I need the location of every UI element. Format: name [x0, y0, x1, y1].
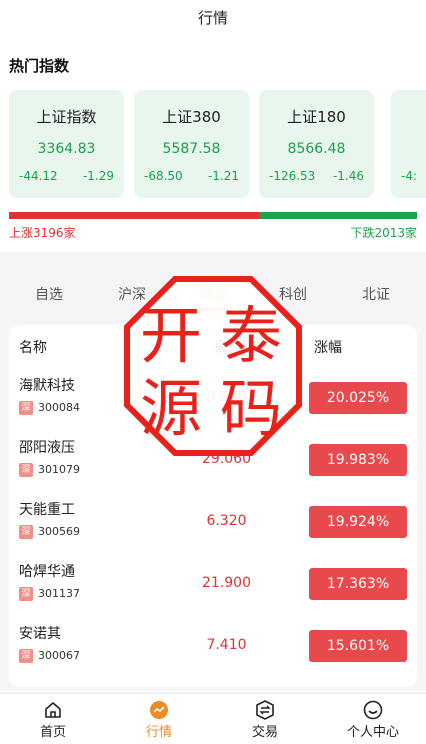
- stock-price: 6.320: [206, 513, 247, 529]
- nav-trade[interactable]: 交易: [212, 694, 318, 744]
- index-change: -4:: [401, 169, 418, 183]
- table-header: 名称 最新价 涨幅: [9, 325, 417, 367]
- table-row[interactable]: 哈焊华通 深 301137 21.900 17.363%: [9, 553, 417, 615]
- nav-home[interactable]: 首页: [0, 694, 106, 744]
- stock-code: 301079: [38, 463, 80, 476]
- header-percent[interactable]: 涨幅: [314, 337, 342, 357]
- stock-percent: 15.601%: [309, 630, 407, 662]
- stock-name: 哈焊华通: [19, 564, 75, 580]
- stock-name: 海默科技: [19, 378, 75, 394]
- nav-market[interactable]: 行情: [106, 694, 212, 744]
- index-name: 上证180: [287, 108, 346, 126]
- advance-count: 上涨3196家: [9, 226, 76, 240]
- bottom-nav: 首页 行情 交易 个人中心: [0, 693, 426, 744]
- index-value: 8566.48: [287, 141, 346, 157]
- nav-profile[interactable]: 个人中心: [320, 694, 426, 744]
- stock-name: 邵阳液压: [19, 440, 75, 456]
- stock-code: 300569: [38, 525, 80, 538]
- exchange-badge: 深: [19, 401, 33, 415]
- stock-price: 7.410: [206, 637, 247, 653]
- advance-bar: [9, 212, 259, 219]
- index-card-sse-180[interactable]: 上证180 8566.48 -126.53 -1.46: [259, 90, 374, 198]
- exchange-badge: 深: [19, 525, 33, 539]
- hot-index-title: 热门指数: [9, 57, 70, 75]
- index-value: 5587.58: [162, 141, 221, 157]
- tab-shanghai-shenzhen[interactable]: 沪深: [92, 284, 172, 304]
- stock-code: 301137: [38, 587, 80, 600]
- index-card-sse-380[interactable]: 上证380 5587.58 -68.50 -1.21: [134, 90, 249, 198]
- exchange-icon: [256, 700, 274, 720]
- nav-label: 首页: [39, 725, 66, 740]
- stock-name: 安诺其: [19, 626, 61, 642]
- index-name: 上证指数: [36, 108, 97, 126]
- index-value: 3364.83: [37, 141, 96, 157]
- table-row[interactable]: 安诺其 深 300067 7.410 15.601%: [9, 615, 417, 677]
- table-row[interactable]: 海默科技 深 300084 9.590 20.025%: [9, 367, 417, 429]
- page-header: 行情: [0, 0, 426, 38]
- header-name: 名称: [19, 340, 47, 356]
- nav-label: 个人中心: [346, 725, 399, 740]
- index-change: -68.50: [144, 169, 183, 183]
- stock-percent: 19.924%: [309, 506, 407, 538]
- tab-beijing[interactable]: 北证: [336, 284, 416, 304]
- stock-table: 名称 最新价 涨幅 海默科技 深 300084 9.590 20.025% 邵阳…: [9, 325, 417, 687]
- nav-label: 行情: [145, 725, 172, 740]
- table-row[interactable]: 天能重工 深 300569 6.320 19.924%: [9, 491, 417, 553]
- index-card-list[interactable]: 上证指数 3364.83 -44.12 -1.29 上证380 5587.58 …: [9, 90, 426, 198]
- index-percent: -1.21: [207, 169, 239, 183]
- stock-percent: 20.025%: [309, 382, 407, 414]
- active-tab-indicator: [195, 308, 231, 311]
- index-percent: -1.46: [332, 169, 364, 183]
- stock-name: 天能重工: [19, 502, 75, 518]
- stock-code: 300084: [38, 401, 80, 414]
- stock-percent: 19.983%: [309, 444, 407, 476]
- index-name: 上证380: [162, 108, 221, 126]
- index-change: -126.53: [269, 169, 316, 183]
- tab-star-market[interactable]: 科创: [253, 284, 333, 304]
- stock-code: 300067: [38, 649, 80, 662]
- stock-price: 21.900: [202, 575, 251, 591]
- tab-watchlist[interactable]: 自选: [9, 284, 89, 304]
- index-card-partial[interactable]: -4:: [391, 90, 426, 198]
- exchange-badge: 深: [19, 587, 33, 601]
- decline-count: 下跌2013家: [350, 226, 417, 240]
- market-icon: [150, 701, 168, 719]
- stock-price: 9.590: [206, 389, 247, 405]
- nav-label: 交易: [251, 725, 278, 740]
- page-title: 行情: [197, 9, 228, 27]
- index-percent: -1.29: [82, 169, 114, 183]
- stock-percent: 17.363%: [309, 568, 407, 600]
- header-price[interactable]: 最新价: [214, 337, 256, 357]
- index-change: -44.12: [19, 169, 58, 183]
- decline-bar: [259, 212, 417, 219]
- profile-icon: [363, 700, 383, 720]
- table-row[interactable]: 邵阳液压 深 301079 29.060 19.983%: [9, 429, 417, 491]
- tab-chinext[interactable]: 创业: [173, 284, 253, 304]
- market-tabs: 自选 沪深 创业 科创 北证: [0, 272, 426, 312]
- index-card-shanghai-composite[interactable]: 上证指数 3364.83 -44.12 -1.29: [9, 90, 124, 198]
- exchange-badge: 深: [19, 463, 33, 477]
- exchange-badge: 深: [19, 649, 33, 663]
- home-icon: [45, 702, 61, 718]
- stock-price: 29.060: [202, 451, 251, 467]
